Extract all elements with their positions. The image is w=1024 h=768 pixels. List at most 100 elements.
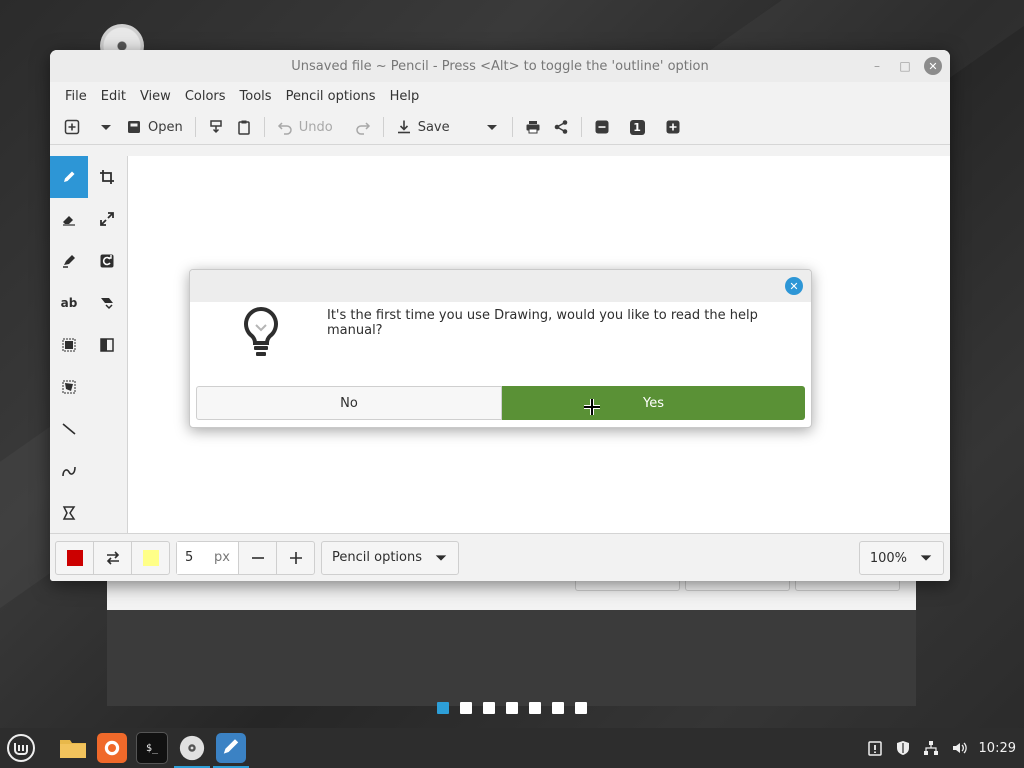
- maximize-button[interactable]: □: [896, 57, 914, 75]
- network-icon[interactable]: [923, 740, 939, 756]
- line-icon: [62, 423, 76, 435]
- drawing-launcher[interactable]: [213, 733, 249, 768]
- dialog-header[interactable]: ✕: [190, 270, 811, 302]
- files-launcher[interactable]: [58, 733, 88, 763]
- line-tool[interactable]: [50, 408, 88, 450]
- slideshow-dot[interactable]: [436, 702, 449, 714]
- save-button[interactable]: Save: [390, 113, 456, 141]
- system-tray: 10:29: [867, 728, 1016, 768]
- menu-file[interactable]: File: [58, 89, 94, 104]
- new-image-button[interactable]: [58, 113, 86, 141]
- clock[interactable]: 10:29: [979, 741, 1016, 756]
- free-selection-tool[interactable]: [50, 366, 88, 408]
- close-button[interactable]: ✕: [924, 57, 942, 75]
- menu-view[interactable]: View: [133, 89, 178, 104]
- menu-tools[interactable]: Tools: [233, 89, 279, 104]
- menu-pencil-options[interactable]: Pencil options: [279, 89, 383, 104]
- slideshow-dots: [107, 702, 916, 714]
- slideshow-dot[interactable]: [528, 702, 541, 714]
- firefox-launcher[interactable]: [97, 733, 127, 763]
- zoom-reset-button[interactable]: 1: [624, 113, 651, 141]
- rotate-tool[interactable]: [88, 240, 126, 282]
- shape-tool[interactable]: [50, 492, 88, 534]
- skew-tool[interactable]: [88, 282, 126, 324]
- zoom-dropdown[interactable]: 100%: [858, 541, 944, 575]
- empty-slot: [88, 408, 126, 450]
- print-button[interactable]: [519, 113, 547, 141]
- no-button[interactable]: No: [196, 386, 502, 420]
- zoom-out-button[interactable]: [588, 113, 616, 141]
- scale-icon: [100, 212, 114, 226]
- open-button[interactable]: Open: [120, 113, 189, 141]
- toolbar-separator: [263, 117, 265, 137]
- filters-tool[interactable]: [88, 324, 126, 366]
- terminal-launcher[interactable]: $_: [136, 732, 168, 764]
- undo-button[interactable]: Undo: [271, 113, 339, 141]
- new-menu-dropdown[interactable]: [92, 113, 120, 141]
- slideshow-dot[interactable]: [574, 702, 587, 714]
- import-icon: [209, 120, 222, 134]
- redo-button[interactable]: [349, 113, 377, 141]
- save-icon: [397, 120, 410, 134]
- yes-button[interactable]: Yes: [502, 386, 805, 420]
- crop-icon: [100, 170, 114, 184]
- rect-selection-tool[interactable]: [50, 324, 88, 366]
- menu-edit[interactable]: Edit: [94, 89, 133, 104]
- size-decrease-button[interactable]: [239, 541, 277, 574]
- slideshow-dot[interactable]: [459, 702, 472, 714]
- eraser-tool[interactable]: [50, 198, 88, 240]
- slideshow-dot[interactable]: [482, 702, 495, 714]
- scale-tool[interactable]: [88, 198, 126, 240]
- crop-tool[interactable]: [88, 156, 126, 198]
- shield-icon[interactable]: [895, 740, 911, 756]
- chevron-down-icon: [435, 554, 447, 561]
- zoom-in-button[interactable]: [659, 113, 687, 141]
- size-increase-button[interactable]: [277, 542, 314, 574]
- import-button[interactable]: [202, 113, 230, 141]
- minimize-button[interactable]: –: [868, 57, 886, 75]
- toolbar-separator: [511, 117, 513, 137]
- text-tool[interactable]: ab: [50, 282, 88, 324]
- text-icon: ab: [60, 296, 78, 310]
- swap-icon: [106, 550, 119, 565]
- empty-slot: [88, 450, 126, 492]
- size-group: 5 px: [176, 540, 315, 575]
- save-menu-dropdown[interactable]: [478, 113, 506, 141]
- main-color-button[interactable]: [56, 541, 94, 574]
- share-button[interactable]: [547, 113, 575, 141]
- toolbar-separator: [194, 117, 196, 137]
- menu-button[interactable]: [6, 733, 36, 763]
- tools-sidebar: ab: [50, 156, 128, 534]
- secondary-color-button[interactable]: [132, 542, 169, 574]
- curve-tool[interactable]: [50, 450, 88, 492]
- disc-app-launcher[interactable]: [174, 733, 210, 768]
- menu-colors[interactable]: Colors: [178, 89, 233, 104]
- highlighter-tool[interactable]: [50, 240, 88, 282]
- firefox-icon: [104, 740, 120, 756]
- taskbar: $_ 10:29: [0, 728, 1024, 768]
- no-label: No: [340, 395, 358, 411]
- rect-select-icon: [62, 338, 76, 352]
- pencil-tool[interactable]: [50, 156, 88, 198]
- secondary-color-swatch: [142, 549, 159, 566]
- title-bar[interactable]: Unsaved file ~ Pencil - Press <Alt> to t…: [50, 50, 950, 82]
- update-manager-icon[interactable]: [867, 740, 883, 756]
- chevron-down-icon: [920, 555, 932, 561]
- slideshow-dot[interactable]: [505, 702, 518, 714]
- slideshow-dot[interactable]: [551, 702, 564, 714]
- help-manual-dialog: ✕ It's the first time you use Drawing, w…: [189, 269, 812, 428]
- mint-logo-icon: [7, 734, 35, 762]
- dialog-close-button[interactable]: ✕: [785, 277, 803, 295]
- exchange-colors-button[interactable]: [94, 541, 132, 574]
- size-input[interactable]: 5 px: [177, 541, 239, 574]
- redo-icon: [355, 122, 370, 135]
- paste-button[interactable]: [230, 113, 258, 141]
- color-group: [55, 540, 170, 575]
- drawing-app-icon: [223, 739, 239, 754]
- tool-options-dropdown[interactable]: Pencil options: [321, 540, 459, 575]
- tool-options-label: Pencil options: [332, 550, 422, 565]
- folder-icon: [60, 740, 86, 758]
- volume-icon[interactable]: [951, 740, 967, 756]
- plus-icon: [289, 551, 302, 564]
- menu-help[interactable]: Help: [383, 89, 427, 104]
